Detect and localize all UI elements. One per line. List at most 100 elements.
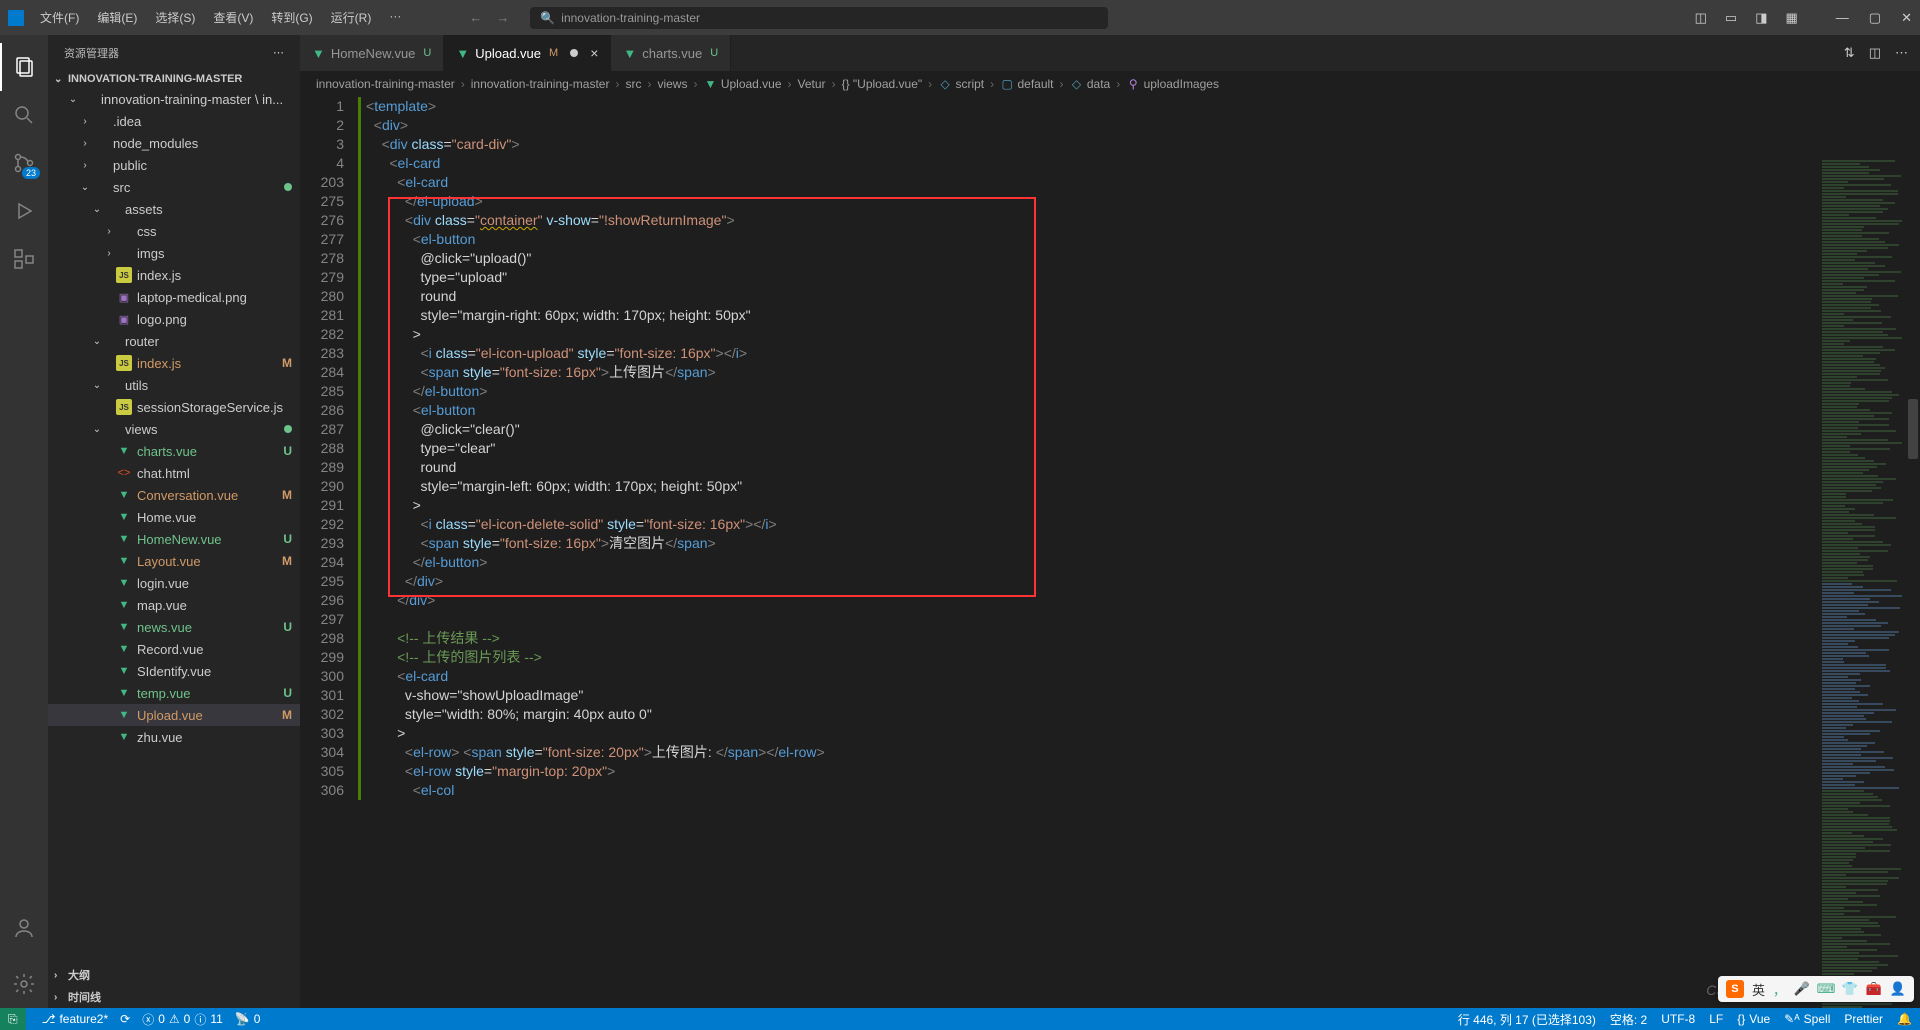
code-content[interactable]: <template> <div> <div class="card-div"> … <box>362 97 1920 1008</box>
eol[interactable]: LF <box>1709 1011 1723 1028</box>
file-item[interactable]: ▣laptop-medical.png <box>48 286 300 308</box>
code-line[interactable]: <template> <box>366 97 1920 116</box>
code-line[interactable]: type="upload" <box>366 268 1920 287</box>
file-item[interactable]: ▼news.vueU <box>48 616 300 638</box>
file-item[interactable]: ▼Record.vue <box>48 638 300 660</box>
code-line[interactable]: <div> <box>366 116 1920 135</box>
code-line[interactable]: <i class="el-icon-upload" style="font-si… <box>366 344 1920 363</box>
menu-select[interactable]: 选择(S) <box>147 5 203 30</box>
file-tree[interactable]: ⌄innovation-training-master \ in...›.ide… <box>48 88 300 964</box>
file-item[interactable]: ▼temp.vueU <box>48 682 300 704</box>
code-line[interactable]: </div> <box>366 572 1920 591</box>
breadcrumb-item[interactable]: innovation-training-master <box>471 77 610 91</box>
code-line[interactable]: <el-card <box>366 154 1920 173</box>
breadcrumb-item[interactable]: ⚲ uploadImages <box>1126 77 1219 91</box>
menu-goto[interactable]: 转到(G) <box>263 5 320 30</box>
sync-button[interactable]: ⟳ <box>120 1012 130 1026</box>
breadcrumbs[interactable]: innovation-training-master›innovation-tr… <box>300 71 1920 97</box>
code-line[interactable]: style="margin-right: 60px; width: 170px;… <box>366 306 1920 325</box>
nav-forward-icon[interactable]: → <box>496 10 509 25</box>
code-line[interactable] <box>366 610 1920 629</box>
code-editor[interactable]: 1234203275276277278279280281282283284285… <box>300 97 1920 1008</box>
file-item[interactable]: ▼charts.vueU <box>48 440 300 462</box>
ime-punct[interactable]: ， <box>1773 980 1786 999</box>
code-line[interactable]: > <box>366 724 1920 743</box>
prettier[interactable]: Prettier <box>1844 1011 1883 1028</box>
editor-tab[interactable]: ▼Upload.vueM× <box>444 35 611 71</box>
folder-item[interactable]: ⌄utils <box>48 374 300 396</box>
folder-item[interactable]: ›css <box>48 220 300 242</box>
menu-view[interactable]: 查看(V) <box>205 5 261 30</box>
activity-debug-icon[interactable] <box>0 187 48 235</box>
scrollbar-thumb[interactable] <box>1908 399 1918 459</box>
spell-check[interactable]: ✎ᴬSpell <box>1784 1011 1830 1028</box>
file-item[interactable]: ▣logo.png <box>48 308 300 330</box>
activity-search-icon[interactable] <box>0 91 48 139</box>
file-item[interactable]: ▼zhu.vue <box>48 726 300 748</box>
menu-more[interactable]: ··· <box>381 5 409 30</box>
folder-item[interactable]: ›node_modules <box>48 132 300 154</box>
file-item[interactable]: ▼login.vue <box>48 572 300 594</box>
layout-panel-icon[interactable]: ▭ <box>1725 10 1737 26</box>
code-line[interactable]: <el-button <box>366 230 1920 249</box>
project-section-header[interactable]: ⌄ INNOVATION-TRAINING-MASTER <box>48 70 300 88</box>
breadcrumb-item[interactable]: ◇ data <box>1070 77 1111 91</box>
folder-item[interactable]: ⌄assets <box>48 198 300 220</box>
minimap[interactable] <box>1818 159 1906 1008</box>
code-line[interactable]: <i class="el-icon-delete-solid" style="f… <box>366 515 1920 534</box>
ime-toolbar[interactable]: S 英 ， 🎤 ⌨ 👕 🧰 👤 <box>1718 976 1914 1002</box>
layout-primary-icon[interactable]: ◫ <box>1695 10 1707 26</box>
code-line[interactable]: <el-button <box>366 401 1920 420</box>
problems[interactable]: ⓧ0 ⚠0 ⓘ11 <box>142 1011 223 1028</box>
split-editor-icon[interactable]: ◫ <box>1869 45 1881 61</box>
editor-tab[interactable]: ▼HomeNew.vueU <box>300 35 444 71</box>
outline-section-header[interactable]: › 大纲 <box>48 964 300 986</box>
window-minimize-icon[interactable]: — <box>1836 10 1849 26</box>
file-item[interactable]: JSsessionStorageService.js <box>48 396 300 418</box>
code-line[interactable]: <el-card <box>366 667 1920 686</box>
code-line[interactable]: <span style="font-size: 16px">清空图片</span… <box>366 534 1920 553</box>
code-line[interactable]: </el-button> <box>366 382 1920 401</box>
cursor-position[interactable]: 行 446, 列 17 (已选择103) <box>1458 1011 1596 1028</box>
more-actions-icon[interactable]: ⋯ <box>1895 45 1908 61</box>
code-line[interactable]: </el-upload> <box>366 192 1920 211</box>
code-line[interactable]: > <box>366 496 1920 515</box>
breadcrumb-item[interactable]: src <box>625 77 641 91</box>
file-item[interactable]: ▼Conversation.vueM <box>48 484 300 506</box>
code-line[interactable]: round <box>366 287 1920 306</box>
notifications-icon[interactable]: 🔔 <box>1897 1011 1912 1028</box>
file-item[interactable]: JSindex.js <box>48 264 300 286</box>
ime-toolbox-icon[interactable]: 🧰 <box>1866 981 1882 997</box>
code-line[interactable]: </el-button> <box>366 553 1920 572</box>
menu-file[interactable]: 文件(F) <box>32 5 87 30</box>
breadcrumb-item[interactable]: ◇ script <box>938 77 984 91</box>
folder-item[interactable]: ⌄views <box>48 418 300 440</box>
encoding[interactable]: UTF-8 <box>1661 1011 1695 1028</box>
folder-item[interactable]: ⌄router <box>48 330 300 352</box>
folder-item[interactable]: ›imgs <box>48 242 300 264</box>
file-item[interactable]: JSindex.jsM <box>48 352 300 374</box>
folder-item[interactable]: ›.idea <box>48 110 300 132</box>
nav-back-icon[interactable]: ← <box>469 10 482 25</box>
activity-extensions-icon[interactable] <box>0 235 48 283</box>
window-close-icon[interactable]: ✕ <box>1901 10 1912 26</box>
language-mode[interactable]: {} Vue <box>1737 1011 1770 1028</box>
folder-item[interactable]: ⌄innovation-training-master \ in... <box>48 88 300 110</box>
activity-explorer-icon[interactable] <box>0 43 48 91</box>
code-line[interactable]: <span style="font-size: 16px">上传图片</span… <box>366 363 1920 382</box>
file-item[interactable]: ▼HomeNew.vueU <box>48 528 300 550</box>
breadcrumb-item[interactable]: ▢ default <box>1000 77 1053 91</box>
menu-run[interactable]: 运行(R) <box>323 5 380 30</box>
code-line[interactable]: <el-row> <span style="font-size: 20px">上… <box>366 743 1920 762</box>
code-line[interactable]: <el-col <box>366 781 1920 800</box>
breadcrumb-item[interactable]: Vetur <box>798 77 826 91</box>
activity-scm-icon[interactable]: 23 <box>0 139 48 187</box>
timeline-section-header[interactable]: › 时间线 <box>48 986 300 1008</box>
code-line[interactable]: @click="upload()" <box>366 249 1920 268</box>
command-center[interactable]: 🔍 innovation-training-master <box>529 6 1109 30</box>
code-line[interactable]: type="clear" <box>366 439 1920 458</box>
explorer-more-icon[interactable]: ⋯ <box>273 46 284 59</box>
code-line[interactable]: style="margin-left: 60px; width: 170px; … <box>366 477 1920 496</box>
code-line[interactable]: <div class="container" v-show="!showRetu… <box>366 211 1920 230</box>
menu-edit[interactable]: 编辑(E) <box>89 5 145 30</box>
